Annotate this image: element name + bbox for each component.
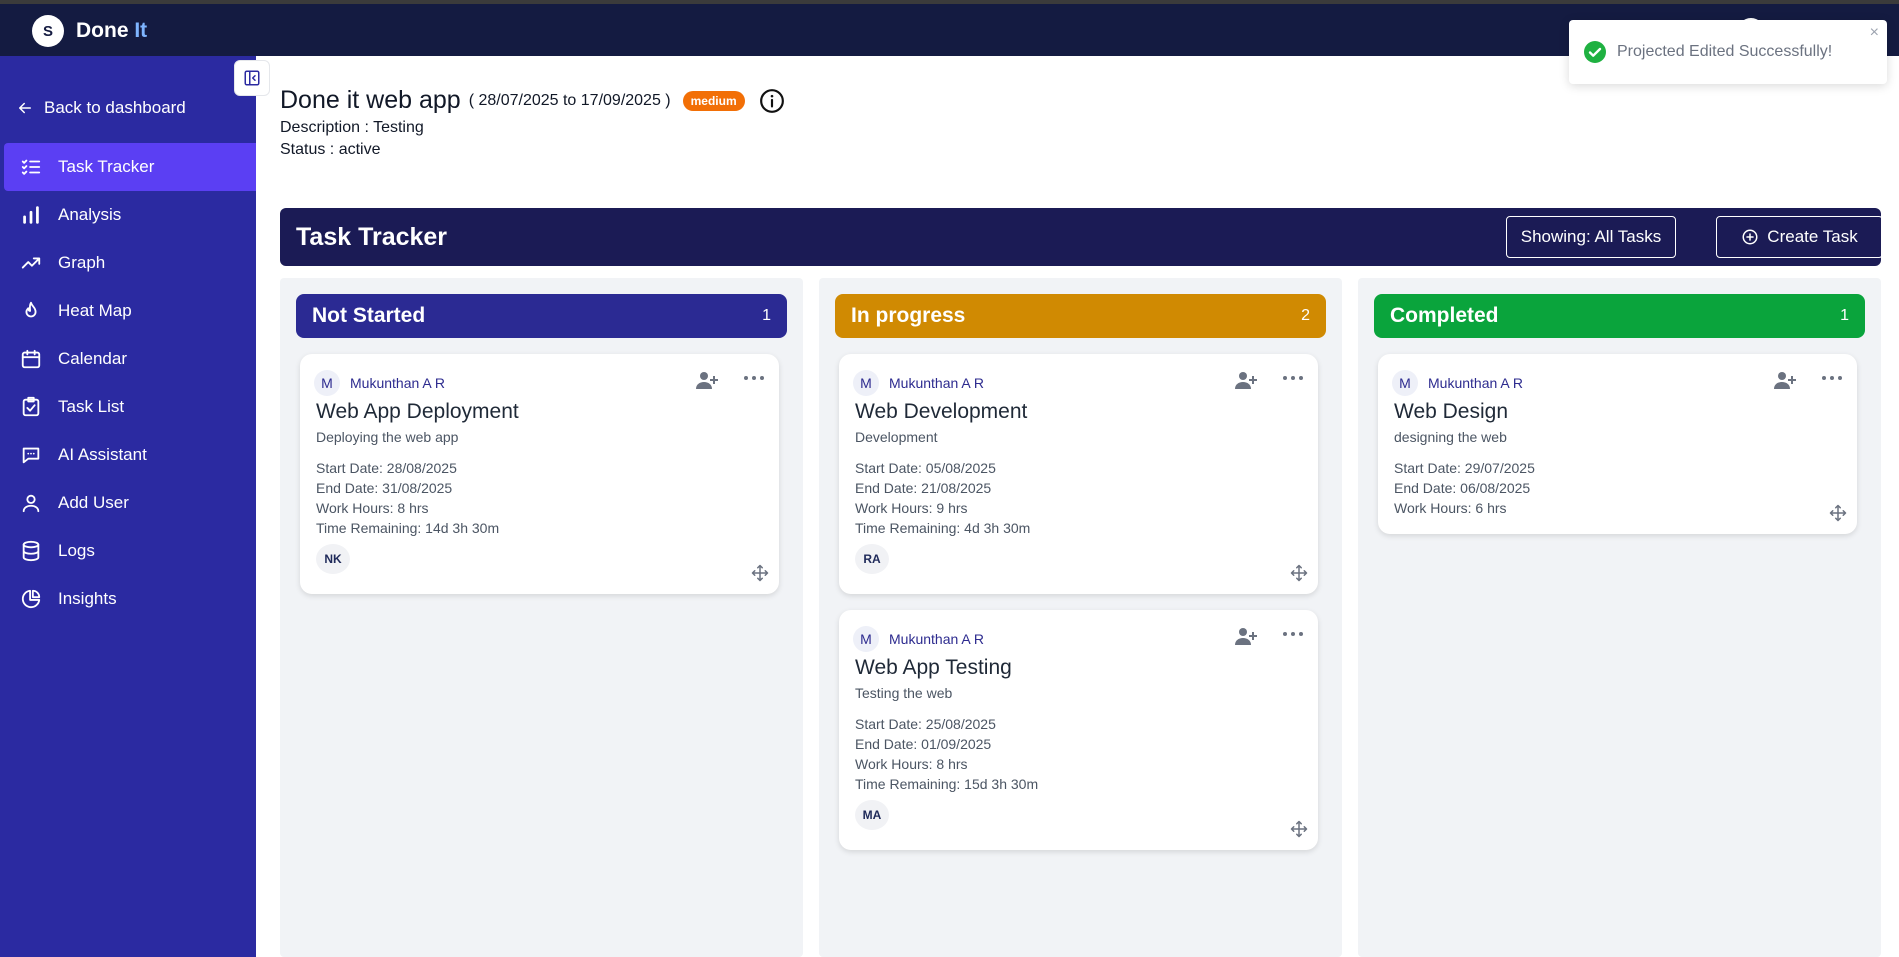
check-circle-icon [1584,41,1606,63]
task-meta: Start Date: 05/08/2025 End Date: 21/08/2… [855,460,1031,536]
clipboard-check-icon [22,396,40,417]
info-icon[interactable] [759,88,785,114]
sidebar-item-logs[interactable]: Logs [4,527,256,575]
create-task-button[interactable]: Create Task [1716,216,1883,258]
owner-avatar: M [314,370,340,396]
column-in-progress: In progress 2 M Mukunthan A R Web Develop… [819,278,1342,957]
task-count: 2 [1301,307,1310,324]
drag-handle-icon[interactable] [1290,820,1308,838]
logo-icon[interactable]: S [32,15,64,47]
assignee-avatar[interactable]: NK [316,544,350,574]
task-description: designing the web [1394,429,1507,445]
calendar-icon [21,349,41,369]
task-description: Testing the web [855,685,953,701]
task-card[interactable]: M Mukunthan A R Web Design designing the … [1378,354,1857,534]
task-title: Web Design [1394,400,1509,423]
sidebar-item-graph[interactable]: Graph [4,239,256,287]
chat-icon [22,447,40,464]
task-card[interactable]: M Mukunthan A R Web App Deployment Deploy… [300,354,779,594]
sidebar-collapse-icon [244,70,260,86]
project-header: Done it web app ( 28/07/2025 to 17/09/20… [280,86,785,159]
success-toast: Projected Edited Successfully! × [1569,20,1887,84]
more-options-icon[interactable] [1280,624,1306,644]
owner-avatar: M [853,626,879,652]
project-name: Done it web app [280,86,461,114]
column-completed: Completed 1 M Mukunthan A R Web Design de… [1358,278,1881,957]
assignee-avatar[interactable]: MA [855,800,889,830]
sidebar-item-heat-map[interactable]: Heat Map [4,287,256,335]
owner-name: Mukunthan A R [889,375,984,391]
sidebar-item-ai-assistant[interactable]: AI Assistant [4,431,256,479]
toast-message: Projected Edited Successfully! [1617,43,1833,60]
more-options-icon[interactable] [1819,368,1845,388]
owner-name: Mukunthan A R [350,375,445,391]
checklist-icon [21,159,41,175]
task-title: Web App Testing [855,656,1012,679]
task-description: Deploying the web app [316,429,459,445]
column-header: Completed 1 [1374,294,1865,338]
arrow-left-icon [19,102,31,114]
column-not-started: Not Started 1 M Mukunthan A R Web App Dep… [280,278,803,957]
assign-user-icon[interactable] [1773,370,1797,390]
assignee-avatar[interactable]: RA [855,544,889,574]
task-meta: Start Date: 25/08/2025 End Date: 01/09/2… [855,716,1039,792]
task-tracker-bar: Task Tracker Showing: All Tasks Create T… [280,208,1883,266]
flame-icon [25,301,37,318]
task-count: 1 [762,307,771,324]
collapse-sidebar-button[interactable] [234,60,270,96]
sidebar-item-task-list[interactable]: Task List [4,383,256,431]
database-icon [22,540,40,562]
drag-handle-icon[interactable] [1829,504,1847,522]
more-options-icon[interactable] [741,368,767,388]
back-to-dashboard-link[interactable]: Back to dashboard [16,98,186,118]
line-graph-icon [21,257,41,269]
task-card[interactable]: M Mukunthan A R Web Development Developme… [839,354,1318,594]
filter-tasks-button[interactable]: Showing: All Tasks [1506,216,1676,258]
assign-user-icon[interactable] [695,370,719,390]
owner-name: Mukunthan A R [1428,375,1523,391]
priority-badge: medium [682,90,745,111]
column-header: In progress 2 [835,294,1326,338]
owner-avatar: M [1392,370,1418,396]
sidebar-item-insights[interactable]: Insights [4,575,256,623]
task-meta: Start Date: 28/08/2025 End Date: 31/08/2… [316,460,500,536]
more-options-icon[interactable] [1280,368,1306,388]
column-header: Not Started 1 [296,294,787,338]
sidebar-item-calendar[interactable]: Calendar [4,335,256,383]
drag-handle-icon[interactable] [751,564,769,582]
drag-handle-icon[interactable] [1290,564,1308,582]
project-status: Status : active [280,141,381,158]
sidebar-item-task-tracker[interactable]: Task Tracker [4,143,256,191]
user-icon [22,494,40,513]
task-meta: Start Date: 29/07/2025 End Date: 06/08/2… [1394,460,1535,516]
task-title: Web Development [855,400,1028,423]
task-card[interactable]: M Mukunthan A R Web App Testing Testing t… [839,610,1318,850]
plus-circle-icon [1742,229,1758,245]
app-name[interactable]: Done It [76,19,147,43]
sidebar-nav: Task Tracker Analysis Graph Heat Map Cal… [4,143,256,623]
sidebar-item-add-user[interactable]: Add User [4,479,256,527]
pie-chart-icon [21,589,41,609]
sidebar-item-analysis[interactable]: Analysis [4,191,256,239]
task-count: 1 [1840,307,1849,324]
project-dates: ( 28/07/2025 to 17/09/2025 ) [468,91,671,109]
assign-user-icon[interactable] [1234,626,1258,646]
task-tracker-title: Task Tracker [296,223,448,251]
close-icon[interactable]: × [1870,24,1879,42]
assign-user-icon[interactable] [1234,370,1258,390]
bar-chart-icon [23,206,39,224]
owner-name: Mukunthan A R [889,631,984,647]
task-description: Development [855,429,938,445]
project-description: Description : Testing [280,119,424,136]
owner-avatar: M [853,370,879,396]
task-title: Web App Deployment [316,400,519,423]
